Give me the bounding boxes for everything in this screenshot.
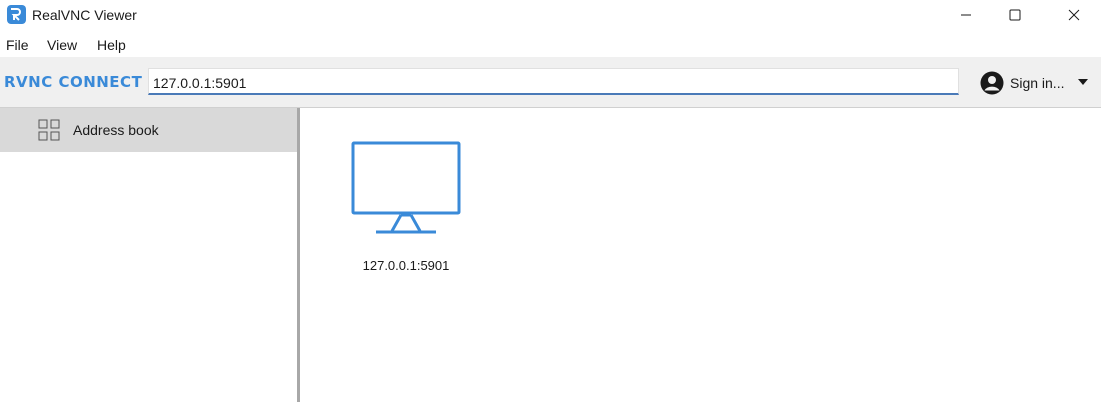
sign-in-label: Sign in... <box>1010 75 1065 91</box>
close-button[interactable] <box>1051 0 1097 30</box>
menu-help[interactable]: Help <box>97 37 126 53</box>
sign-in-button[interactable]: Sign in... <box>980 70 1064 96</box>
close-icon <box>1068 9 1080 21</box>
grid-icon <box>38 119 60 141</box>
sidebar: Address book <box>0 108 297 402</box>
maximize-icon <box>1009 9 1021 21</box>
sidebar-item-address-book[interactable]: Address book <box>0 108 297 152</box>
maximize-button[interactable] <box>992 0 1038 30</box>
connection-tile[interactable]: 127.0.0.1:5901 <box>345 136 475 276</box>
user-avatar-icon <box>980 71 1004 95</box>
realvnc-logo-icon <box>7 5 26 24</box>
chevron-down-icon[interactable] <box>1078 79 1088 85</box>
window-title: RealVNC Viewer <box>32 7 137 23</box>
rvnc-connect-logo: RVNC CONNECT <box>4 73 143 91</box>
monitor-icon <box>351 141 461 234</box>
minimize-button[interactable] <box>943 0 989 30</box>
address-input[interactable] <box>148 68 959 95</box>
connection-label: 127.0.0.1:5901 <box>362 258 450 273</box>
toolbar: RVNC CONNECT Sign in... <box>0 57 1101 108</box>
menu-bar: File View Help <box>0 32 1101 57</box>
menu-file[interactable]: File <box>6 37 29 53</box>
connections-pane: 127.0.0.1:5901 <box>300 108 1101 402</box>
minimize-icon <box>961 14 971 16</box>
menu-view[interactable]: View <box>47 37 77 53</box>
title-bar: RealVNC Viewer <box>0 0 1101 32</box>
sidebar-item-label: Address book <box>73 122 159 138</box>
